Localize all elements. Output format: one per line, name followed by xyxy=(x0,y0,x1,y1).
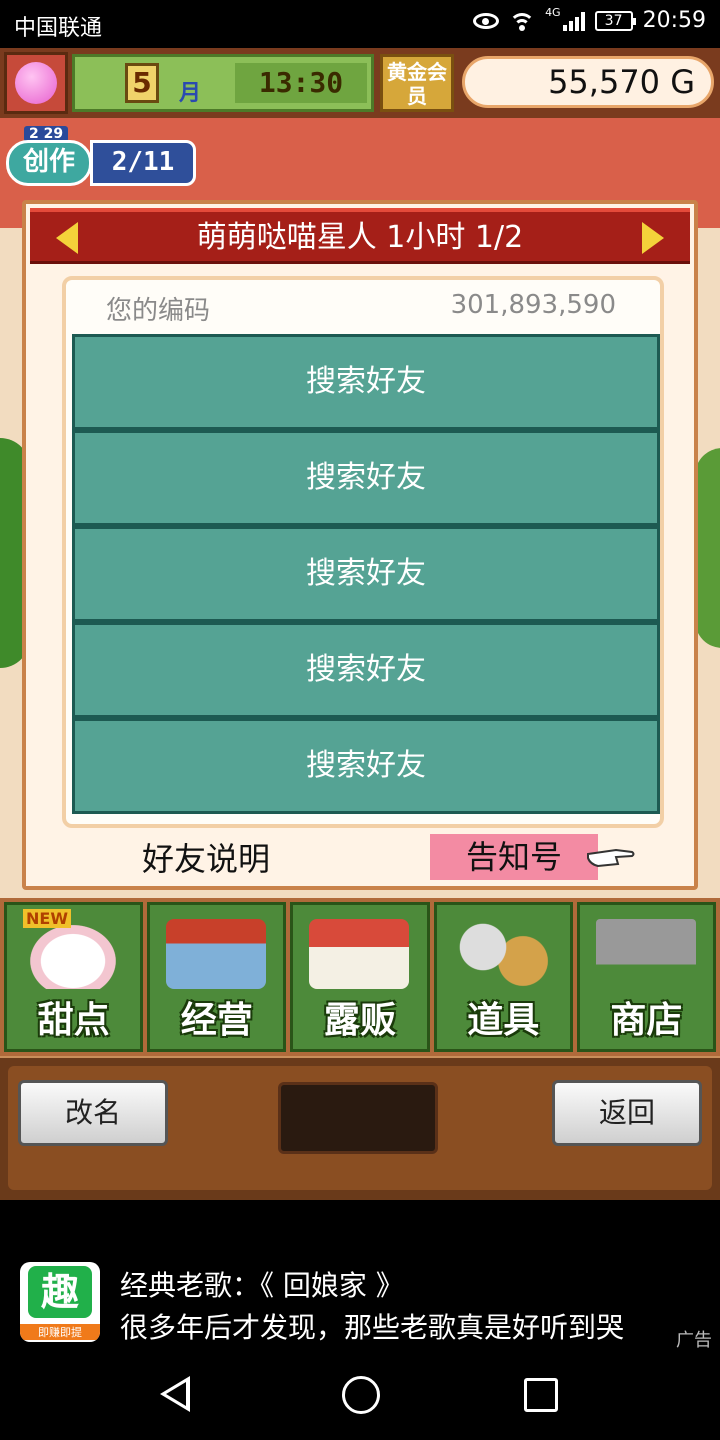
create-badge[interactable]: 2 29 创作 2/11 xyxy=(6,126,196,188)
ad-banner[interactable]: 趣 即赚即提 经典老歌：《 回娘家 》 很多年后才发现，那些老歌真是好听到哭 广… xyxy=(0,1200,720,1351)
food-truck-icon xyxy=(309,919,410,989)
search-friend-button[interactable]: 搜索好友 xyxy=(72,622,660,718)
items-bag-icon xyxy=(452,919,553,989)
dialog-header: 萌萌哒喵星人 1小时 1/2 xyxy=(30,208,690,264)
main-menu: NEW 甜点 经营 露贩 道具 商店 xyxy=(0,898,720,1056)
battery-icon: 37 xyxy=(594,10,636,31)
cart-icon xyxy=(595,919,696,989)
friend-dialog: 萌萌哒喵星人 1小时 1/2 您的编码 301,893,590 搜索好友 搜索好… xyxy=(22,200,698,890)
friend-slot-list: 搜索好友 搜索好友 搜索好友 搜索好友 搜索好友 xyxy=(72,334,660,814)
search-friend-button[interactable]: 搜索好友 xyxy=(72,526,660,622)
ad-logo-subtitle: 即赚即提 xyxy=(20,1324,100,1340)
shop-icon xyxy=(166,919,267,989)
clock-time: 20:59 xyxy=(642,8,706,33)
nav-home-icon[interactable] xyxy=(342,1376,380,1414)
wifi-icon xyxy=(509,11,536,31)
menu-store[interactable]: 商店 xyxy=(576,902,717,1052)
tree-decoration xyxy=(695,448,720,648)
menu-items[interactable]: 道具 xyxy=(433,902,573,1052)
menu-label: 道具 xyxy=(467,1000,540,1041)
rename-button[interactable]: 改名 xyxy=(18,1080,168,1146)
next-arrow-icon[interactable] xyxy=(642,222,664,254)
bottom-bar: 改名 返回 xyxy=(0,1058,720,1200)
create-count: 2/11 xyxy=(90,140,196,186)
game-clock: 13:30 xyxy=(235,63,367,103)
search-friend-button[interactable]: 搜索好友 xyxy=(72,718,660,814)
search-friend-button[interactable]: 搜索好友 xyxy=(72,430,660,526)
ad-title: 经典老歌：《 回娘家 》 xyxy=(120,1269,404,1302)
month-number: 5 xyxy=(125,63,159,103)
ad-logo-glyph: 趣 xyxy=(28,1266,92,1318)
menu-stall[interactable]: 露贩 xyxy=(290,902,430,1052)
system-nav-bar xyxy=(0,1350,720,1440)
signal-icon xyxy=(562,11,585,31)
friend-panel: 您的编码 301,893,590 搜索好友 搜索好友 搜索好友 搜索好友 搜索好… xyxy=(62,276,664,828)
code-value: 301,893,590 xyxy=(450,290,616,320)
player-avatar[interactable] xyxy=(4,52,68,114)
game-screen: 5 月 13:30 黄金会员 55,570 G 2 29 创作 2/11 萌萌哒… xyxy=(0,48,720,1200)
ad-tag: 广告 xyxy=(676,1330,712,1351)
prev-arrow-icon[interactable] xyxy=(56,222,78,254)
status-bar: 中国联通 4G 37 20:59 xyxy=(0,0,720,48)
menu-label: 甜点 xyxy=(37,1000,110,1041)
notice-number-button[interactable]: 告知号 xyxy=(430,834,598,880)
date-bar: 5 月 13:30 xyxy=(72,54,374,112)
nav-back-icon[interactable] xyxy=(160,1376,190,1412)
gold-member-badge[interactable]: 黄金会员 xyxy=(380,54,454,112)
eye-comfort-icon xyxy=(473,12,500,29)
back-button[interactable]: 返回 xyxy=(552,1080,702,1146)
cake-icon xyxy=(23,919,123,989)
status-icons: 4G 37 20:59 xyxy=(473,6,706,33)
month-label: 月 xyxy=(179,81,202,106)
nav-recents-icon[interactable] xyxy=(524,1378,558,1412)
menu-label: 露贩 xyxy=(324,1000,397,1041)
friend-help-link[interactable]: 好友说明 xyxy=(142,834,270,880)
create-label: 创作 xyxy=(6,140,92,186)
carrier-label: 中国联通 xyxy=(14,16,103,41)
top-info-bar: 5 月 13:30 黄金会员 55,570 G xyxy=(0,48,720,118)
code-label: 您的编码 xyxy=(106,296,211,326)
money-display: 55,570 G xyxy=(462,56,714,108)
center-slot xyxy=(278,1082,438,1154)
ad-description: 很多年后才发现，那些老歌真是好听到哭 xyxy=(120,1311,625,1344)
new-badge: NEW xyxy=(23,909,71,928)
bottom-panel: 改名 返回 xyxy=(8,1066,712,1190)
ad-app-logo: 趣 即赚即提 xyxy=(20,1262,100,1342)
dialog-title: 萌萌哒喵星人 1小时 1/2 xyxy=(196,220,524,255)
network-type: 4G xyxy=(545,6,561,19)
menu-manage[interactable]: 经营 xyxy=(147,902,287,1052)
menu-label: 经营 xyxy=(180,1000,253,1041)
cherry-tree-icon xyxy=(15,62,57,104)
menu-label: 商店 xyxy=(610,1000,683,1041)
pointing-hand-icon xyxy=(587,848,635,868)
search-friend-button[interactable]: 搜索好友 xyxy=(72,334,660,430)
menu-dessert[interactable]: NEW 甜点 xyxy=(4,902,144,1052)
